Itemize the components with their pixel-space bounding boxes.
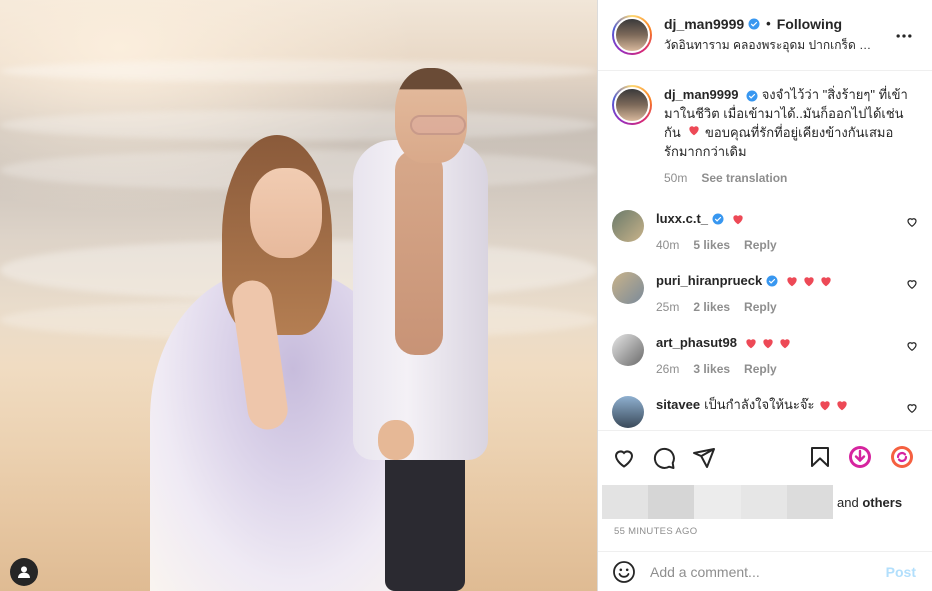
- author-username[interactable]: dj_man9999: [664, 16, 744, 32]
- red-heart-icon: [733, 215, 743, 225]
- groom-sunglasses: [410, 115, 466, 135]
- post-location[interactable]: วัดอินทาราม คลองพระอุดม ปากเกร็ด นนทบุรี: [664, 36, 879, 55]
- post-photo[interactable]: [0, 0, 597, 591]
- commenter-avatar[interactable]: [612, 210, 644, 242]
- red-heart-icon: [804, 277, 814, 287]
- reply-button[interactable]: Reply: [744, 362, 777, 376]
- comment-text: เป็นกำลังใจให้นะจ๊ะ: [704, 397, 815, 412]
- commenter-avatar[interactable]: [612, 272, 644, 304]
- comment-row: puri_hiranprueck 25m 2 likes Reply: [612, 272, 918, 314]
- share-icon[interactable]: [692, 446, 716, 470]
- commenter-username[interactable]: luxx.c.t_: [656, 210, 708, 228]
- verified-icon: [746, 90, 758, 102]
- bookmark-icon[interactable]: [808, 445, 832, 469]
- wave: [0, 110, 597, 140]
- caption-time[interactable]: 50m: [664, 169, 687, 188]
- red-heart-icon: [689, 126, 700, 136]
- caption-avatar[interactable]: [612, 85, 652, 125]
- post-caption: dj_man9999 จงจำไว้ว่า "สิ่งร้ายๆ" ที่เข้…: [612, 81, 918, 188]
- groom-chest: [395, 150, 443, 355]
- likes-and: and: [837, 494, 859, 510]
- emoji-icon[interactable]: [612, 560, 636, 584]
- post-timestamp[interactable]: 55 MINUTES AGO: [598, 520, 932, 551]
- comment-likes[interactable]: 5 likes: [693, 238, 730, 252]
- holding-hands: [378, 420, 414, 460]
- download-icon[interactable]: [848, 445, 872, 469]
- action-bar: [598, 430, 932, 484]
- comment-row: luxx.c.t_ 40m 5 likes Reply: [612, 210, 918, 252]
- comment-time[interactable]: 25m: [656, 300, 679, 314]
- more-icon[interactable]: [894, 26, 914, 46]
- comment-icon[interactable]: [652, 446, 676, 470]
- reply-button[interactable]: Reply: [744, 238, 777, 252]
- heart-icon[interactable]: [612, 446, 636, 470]
- red-heart-icon: [780, 339, 790, 349]
- comment-row: sitavee เป็นกำลังใจให้นะจ๊ะ: [612, 396, 918, 428]
- commenter-username[interactable]: sitavee: [656, 396, 700, 414]
- caption-username[interactable]: dj_man9999: [664, 87, 738, 102]
- red-heart-icon: [821, 277, 831, 287]
- likes-others[interactable]: others: [862, 495, 902, 510]
- add-comment-input[interactable]: Add a comment...: [650, 564, 886, 580]
- red-heart-icon: [787, 277, 797, 287]
- comment-time[interactable]: 26m: [656, 362, 679, 376]
- comment-like-icon[interactable]: [906, 216, 918, 228]
- see-translation-button[interactable]: See translation: [701, 169, 787, 188]
- comments-list[interactable]: dj_man9999 จงจำไว้ว่า "สิ่งร้ายๆ" ที่เข้…: [598, 71, 932, 430]
- comment-likes[interactable]: 2 likes: [693, 300, 730, 314]
- comment-like-icon[interactable]: [906, 340, 918, 352]
- red-heart-icon: [819, 401, 830, 411]
- commenter-username[interactable]: art_phasut98: [656, 334, 737, 352]
- user-tag-icon[interactable]: [10, 558, 38, 586]
- bride-face: [250, 168, 322, 258]
- pixelated-likers: [602, 485, 834, 519]
- commenter-avatar[interactable]: [612, 334, 644, 366]
- post-button[interactable]: Post: [886, 564, 916, 580]
- following-button[interactable]: Following: [777, 16, 842, 32]
- post-header: dj_man9999 • Following วัดอินทาราม คลองพ…: [598, 0, 932, 71]
- red-heart-icon: [836, 401, 847, 411]
- commenter-username[interactable]: puri_hiranprueck: [656, 272, 762, 290]
- comment-like-icon[interactable]: [906, 278, 918, 290]
- comment-row: art_phasut98 26m 3 likes Reply: [612, 334, 918, 376]
- red-heart-icon: [746, 339, 756, 349]
- repost-icon[interactable]: [890, 445, 914, 469]
- likes-summary[interactable]: and others: [598, 484, 932, 520]
- verified-icon: [712, 213, 724, 225]
- wave: [0, 60, 597, 82]
- instagram-post-view: dj_man9999 • Following วัดอินทาราม คลองพ…: [0, 0, 932, 591]
- verified-icon: [748, 18, 760, 29]
- comment-likes[interactable]: 3 likes: [693, 362, 730, 376]
- comment-time[interactable]: 40m: [656, 238, 679, 252]
- separator-dot: •: [766, 16, 771, 31]
- reply-button[interactable]: Reply: [744, 300, 777, 314]
- red-heart-icon: [763, 339, 773, 349]
- add-comment-bar: Add a comment... Post: [598, 551, 932, 591]
- author-avatar[interactable]: [612, 15, 652, 55]
- post-side-panel: dj_man9999 • Following วัดอินทาราม คลองพ…: [597, 0, 932, 591]
- comment-like-icon[interactable]: [906, 402, 918, 414]
- commenter-avatar[interactable]: [612, 396, 644, 428]
- verified-icon: [766, 275, 778, 287]
